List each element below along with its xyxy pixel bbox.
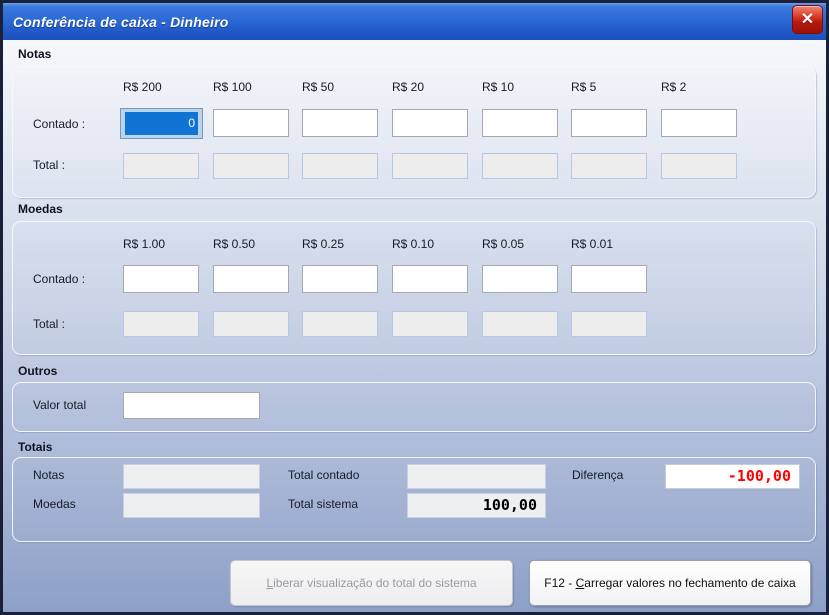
valor-total-input[interactable] (123, 392, 260, 419)
outros-section-label: Outros (18, 364, 57, 378)
moedas-contado-label: Contado : (33, 272, 85, 286)
f12-carregar-valores-button-label: F12 - Carregar valores no fechamento de … (544, 576, 795, 590)
totais-notas-label: Notas (33, 468, 64, 482)
moedas-total-label: Total : (33, 317, 65, 331)
notas-total-field-r20 (392, 153, 468, 179)
valor-total-label: Valor total (33, 398, 86, 412)
selected-text: 0 (125, 112, 198, 135)
notas-total-field-r200 (123, 153, 199, 179)
notas-contado-input-r20[interactable] (392, 109, 468, 137)
moedas-total-field-010 (392, 311, 468, 337)
notas-denom-20: R$ 20 (392, 80, 424, 94)
notas-total-field-r10 (482, 153, 558, 179)
notas-contado-input-r100[interactable] (213, 109, 289, 137)
moedas-denom-005: R$ 0.05 (482, 237, 524, 251)
dialog-title: Conferência de caixa - Dinheiro (3, 14, 228, 30)
total-sistema-label: Total sistema (288, 497, 358, 511)
notas-denom-2: R$ 2 (661, 80, 686, 94)
total-contado-label: Total contado (288, 468, 359, 482)
notas-section-label: Notas (18, 47, 51, 61)
notas-denom-5: R$ 5 (571, 80, 596, 94)
totais-notas-field (123, 464, 260, 489)
moedas-total-field-100 (123, 311, 199, 337)
moedas-total-field-005 (482, 311, 558, 337)
title-bar: Conferência de caixa - Dinheiro (3, 3, 826, 40)
moedas-contado-input-025[interactable] (302, 265, 378, 293)
moedas-denom-001: R$ 0.01 (571, 237, 613, 251)
notas-total-field-r50 (302, 153, 378, 179)
close-button[interactable]: ✕ (792, 5, 823, 34)
notas-denom-100: R$ 100 (213, 80, 252, 94)
moedas-total-field-025 (302, 311, 378, 337)
notas-contado-input-r50[interactable] (302, 109, 378, 137)
liberar-visualizacao-button[interactable]: Liberar visualização do total do sistema (230, 560, 513, 606)
close-icon: ✕ (801, 12, 814, 28)
dialog-window: Conferência de caixa - Dinheiro ✕ Notas … (0, 0, 829, 615)
moedas-contado-input-050[interactable] (213, 265, 289, 293)
notas-contado-input-r10[interactable] (482, 109, 558, 137)
moedas-contado-input-100[interactable] (123, 265, 199, 293)
notas-contado-input-r200[interactable]: 0 (120, 108, 203, 139)
diferenca-label: Diferença (572, 468, 623, 482)
moedas-section-label: Moedas (18, 202, 63, 216)
moedas-contado-input-001[interactable] (571, 265, 647, 293)
notas-total-field-r5 (571, 153, 647, 179)
notas-total-field-r100 (213, 153, 289, 179)
notas-denom-50: R$ 50 (302, 80, 334, 94)
notas-total-label: Total : (33, 158, 65, 172)
moedas-total-field-001 (571, 311, 647, 337)
notas-contado-input-r5[interactable] (571, 109, 647, 137)
totais-moedas-field (123, 493, 260, 518)
total-sistema-field: 100,00 (407, 493, 546, 518)
notas-denom-200: R$ 200 (123, 80, 162, 94)
liberar-visualizacao-button-label: Liberar visualização do total do sistema (266, 576, 476, 590)
moedas-denom-010: R$ 0.10 (392, 237, 434, 251)
total-contado-field (407, 464, 546, 489)
moedas-denom-025: R$ 0.25 (302, 237, 344, 251)
notas-contado-label: Contado : (33, 117, 85, 131)
totais-moedas-label: Moedas (33, 497, 76, 511)
notas-denom-10: R$ 10 (482, 80, 514, 94)
moedas-denom-100: R$ 1.00 (123, 237, 165, 251)
moedas-contado-input-010[interactable] (392, 265, 468, 293)
moedas-denom-050: R$ 0.50 (213, 237, 255, 251)
notas-total-field-r2 (661, 153, 737, 179)
moedas-contado-input-005[interactable] (482, 265, 558, 293)
diferenca-field: -100,00 (665, 464, 800, 489)
notas-contado-input-r2[interactable] (661, 109, 737, 137)
moedas-total-field-050 (213, 311, 289, 337)
f12-carregar-valores-button[interactable]: F12 - Carregar valores no fechamento de … (529, 560, 811, 606)
totais-section-label: Totais (18, 440, 52, 454)
